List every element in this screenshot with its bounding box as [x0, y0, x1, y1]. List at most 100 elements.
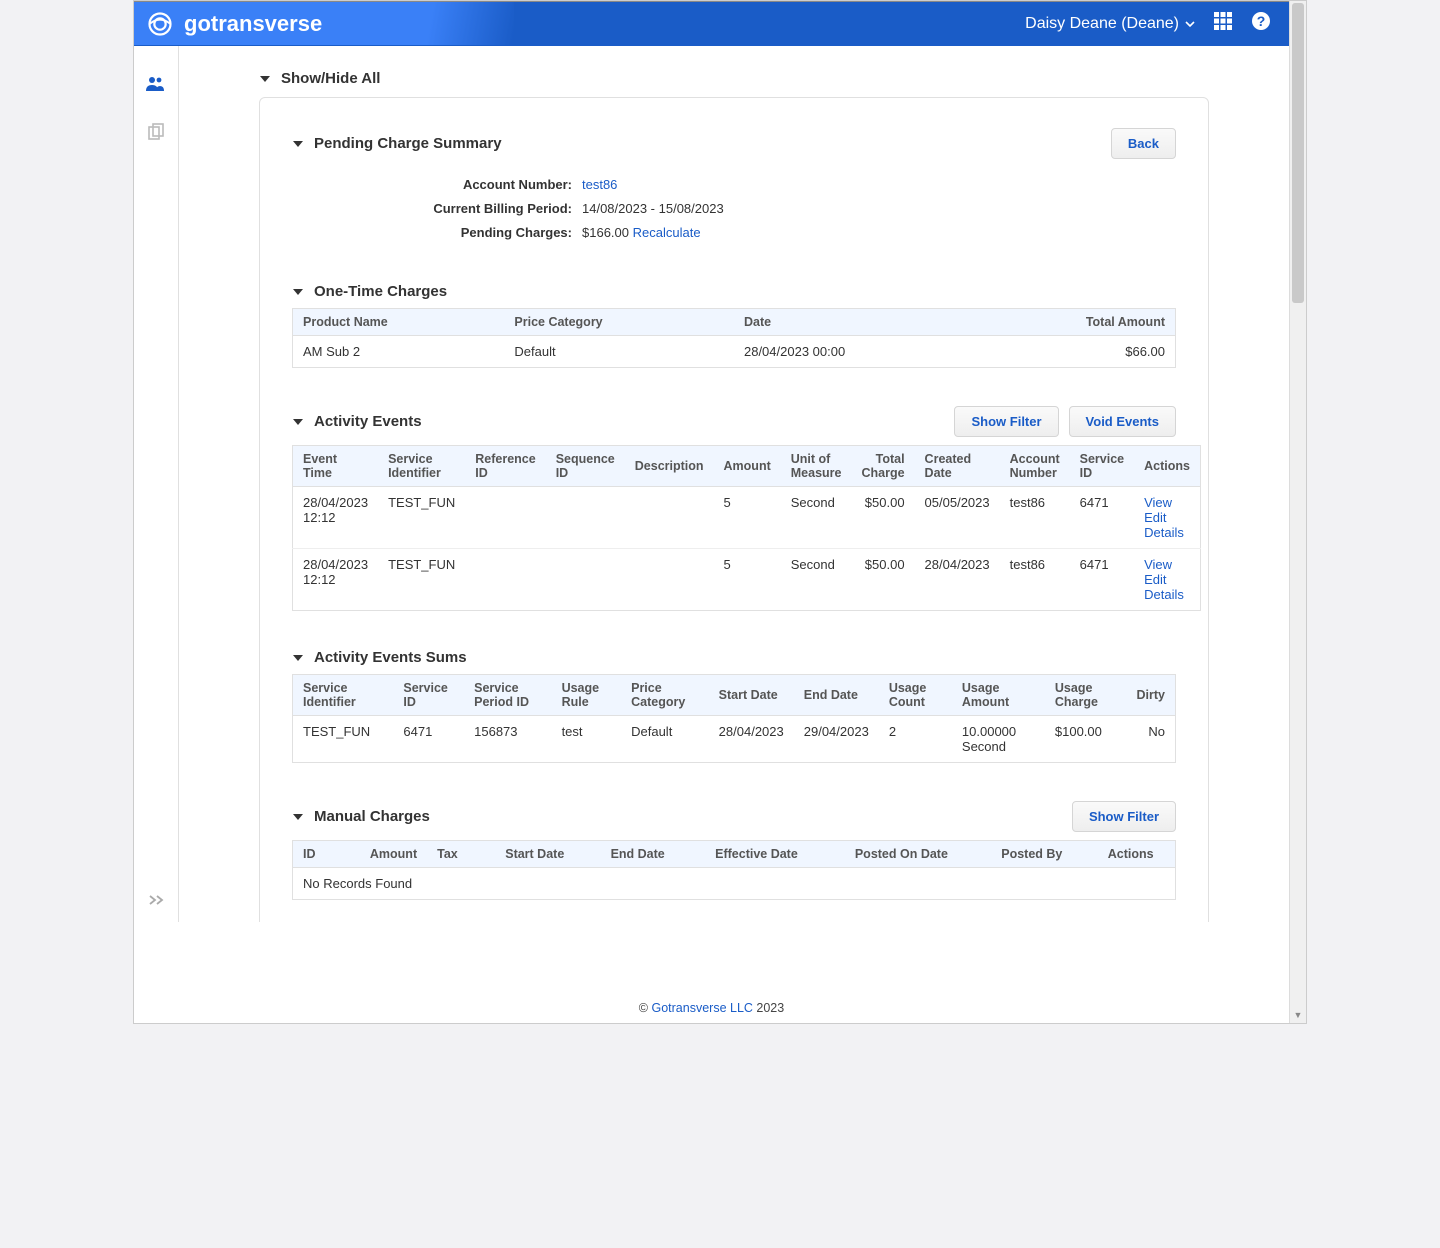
table-row: 28/04/2023 12:12 TEST_FUN 5 Second $50.0… [293, 487, 1201, 549]
th-uom[interactable]: Unit of Measure [781, 446, 852, 487]
th-usage-charge[interactable]: Usage Charge [1045, 675, 1127, 716]
void-events-button[interactable]: Void Events [1069, 406, 1176, 437]
app-header: gotransverse Accounts Daisy Deane (Deane… [134, 1, 1289, 46]
th-sequence-id[interactable]: Sequence ID [546, 446, 625, 487]
one-time-table: Product Name Price Category Date Total A… [292, 308, 1176, 368]
svg-text:?: ? [1257, 13, 1266, 29]
show-hide-all-toggle[interactable]: Show/Hide All [259, 70, 1209, 87]
th-period-id[interactable]: Service Period ID [464, 675, 551, 716]
caret-down-icon[interactable] [292, 652, 304, 664]
table-row: 28/04/2023 12:12 TEST_FUN 5 Second $50.0… [293, 549, 1201, 611]
apps-grid-icon[interactable] [1213, 11, 1233, 36]
link-details[interactable]: Details [1144, 587, 1184, 602]
user-menu[interactable]: Daisy Deane (Deane) [1025, 15, 1195, 33]
caret-down-icon [259, 73, 271, 85]
scroll-thumb[interactable] [1292, 3, 1304, 303]
th-product[interactable]: Product Name [293, 309, 505, 336]
back-button[interactable]: Back [1111, 128, 1176, 159]
th-end-date[interactable]: End Date [588, 841, 688, 868]
link-recalculate[interactable]: Recalculate [633, 225, 701, 240]
th-event-time[interactable]: Event Time [293, 446, 379, 487]
left-sidebar [134, 46, 179, 922]
brand-name: gotransverse [184, 11, 322, 37]
th-dirty[interactable]: Dirty [1126, 675, 1175, 716]
caret-down-icon[interactable] [292, 416, 304, 428]
th-account-number[interactable]: Account Number [1000, 446, 1070, 487]
th-reference-id[interactable]: Reference ID [465, 446, 545, 487]
th-svc-identifier[interactable]: Service Identifier [293, 675, 394, 716]
th-amount[interactable]: Amount [714, 446, 781, 487]
th-usage-amount[interactable]: Usage Amount [952, 675, 1045, 716]
th-price-category[interactable]: Price Category [504, 309, 734, 336]
th-price-category[interactable]: Price Category [621, 675, 709, 716]
th-description[interactable]: Description [625, 446, 714, 487]
section-pending-summary: Pending Charge Summary Back Account Numb… [292, 128, 1176, 245]
caret-down-icon[interactable] [292, 138, 304, 150]
scroll-down-arrow-icon[interactable]: ▼ [1290, 1006, 1306, 1023]
th-total-charge[interactable]: Total Charge [851, 446, 914, 487]
th-id[interactable]: ID [293, 841, 337, 868]
sidebar-copy-icon[interactable] [147, 123, 165, 146]
show-filter-button[interactable]: Show Filter [1072, 801, 1176, 832]
cell-date: 28/04/2023 00:00 [734, 336, 999, 368]
sidebar-accounts-icon[interactable] [146, 76, 166, 97]
th-start-date[interactable]: Start Date [709, 675, 794, 716]
label-pending-charges: Pending Charges: [402, 221, 582, 245]
th-service-id[interactable]: Service ID [1070, 446, 1134, 487]
section-title-activity: Activity Events [314, 413, 422, 430]
link-view[interactable]: View [1144, 557, 1172, 572]
link-edit[interactable]: Edit [1144, 510, 1166, 525]
browser-viewport: ▲ ▼ gotransverse Accounts Daisy Deane (D… [133, 0, 1307, 1024]
th-date[interactable]: Date [734, 309, 999, 336]
table-row: TEST_FUN 6471 156873 test Default 28/04/… [293, 716, 1176, 763]
sidebar-expand-icon[interactable] [148, 893, 164, 912]
chevron-down-icon [1185, 19, 1195, 29]
link-details[interactable]: Details [1144, 525, 1184, 540]
footer-link[interactable]: Gotransverse LLC [651, 1001, 752, 1015]
section-activity-sums: Activity Events Sums Service Identifier … [292, 649, 1176, 763]
caret-down-icon[interactable] [292, 286, 304, 298]
th-amount[interactable]: Amount [337, 841, 427, 868]
section-activity-events: Activity Events Show Filter Void Events … [292, 406, 1176, 611]
link-account-number[interactable]: test86 [582, 177, 617, 192]
section-title-manual: Manual Charges [314, 808, 430, 825]
row-actions: View Edit Details [1134, 549, 1200, 611]
th-actions: Actions [1086, 841, 1175, 868]
cell-price-category: Default [504, 336, 734, 368]
main-content: Show/Hide All Pending Charge Summary Bac… [179, 46, 1289, 922]
section-one-time: One-Time Charges Product Name Price Cate… [292, 283, 1176, 368]
panel: Pending Charge Summary Back Account Numb… [259, 97, 1209, 922]
th-posted-by[interactable]: Posted By [977, 841, 1086, 868]
th-posted-on[interactable]: Posted On Date [825, 841, 977, 868]
th-total-amount[interactable]: Total Amount [999, 309, 1176, 336]
th-end-date[interactable]: End Date [794, 675, 879, 716]
section-title-pending: Pending Charge Summary [314, 135, 502, 152]
manual-charges-table: ID Amount Tax Start Date End Date Effect… [292, 840, 1176, 900]
activity-events-table: Event Time Service Identifier Reference … [292, 445, 1201, 611]
show-filter-button[interactable]: Show Filter [954, 406, 1058, 437]
th-service-identifier[interactable]: Service Identifier [378, 446, 465, 487]
th-start-date[interactable]: Start Date [482, 841, 588, 868]
th-svc-id[interactable]: Service ID [393, 675, 464, 716]
link-edit[interactable]: Edit [1144, 572, 1166, 587]
th-usage-rule[interactable]: Usage Rule [552, 675, 622, 716]
caret-down-icon[interactable] [292, 811, 304, 823]
help-icon[interactable]: ? [1251, 11, 1271, 36]
row-actions: View Edit Details [1134, 487, 1200, 549]
vertical-scrollbar[interactable]: ▲ ▼ [1289, 1, 1306, 1023]
th-tax[interactable]: Tax [427, 841, 482, 868]
show-hide-all-label: Show/Hide All [281, 70, 380, 87]
section-title-sums: Activity Events Sums [314, 649, 467, 666]
th-actions: Actions [1134, 446, 1200, 487]
value-billing-period: 14/08/2023 - 15/08/2023 [582, 197, 724, 221]
section-title-one-time: One-Time Charges [314, 283, 447, 300]
th-usage-count[interactable]: Usage Count [879, 675, 952, 716]
th-created-date[interactable]: Created Date [915, 446, 1000, 487]
th-effective-date[interactable]: Effective Date [688, 841, 826, 868]
label-account-number: Account Number: [402, 173, 582, 197]
value-pending-amount: $166.00 [582, 225, 629, 240]
cell-total: $66.00 [999, 336, 1176, 368]
table-row: AM Sub 2 Default 28/04/2023 00:00 $66.00 [293, 336, 1176, 368]
footer-copy: © [639, 1001, 648, 1015]
link-view[interactable]: View [1144, 495, 1172, 510]
